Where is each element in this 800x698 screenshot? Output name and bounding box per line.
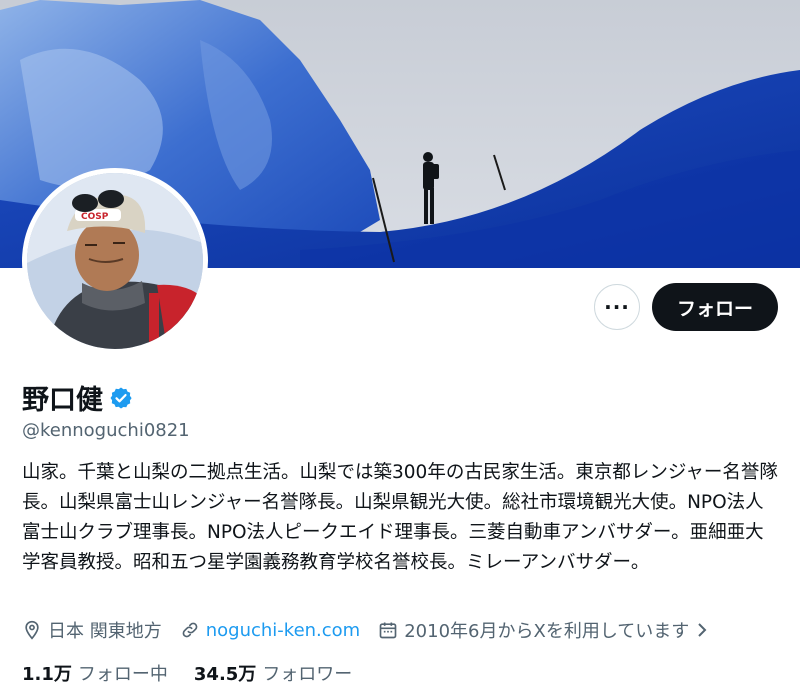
followers-stat[interactable]: 34.5万 フォロワー — [194, 660, 352, 686]
follow-stats: 1.1万 フォロー中 34.5万 フォロワー — [22, 660, 378, 686]
following-count: 1.1万 — [22, 664, 72, 685]
website-item[interactable]: noguchi-ken.com — [180, 620, 361, 641]
followers-label: フォロワー — [262, 664, 353, 685]
joined-text: 2010年6月からXを利用しています — [404, 621, 690, 642]
name-row: 野口健 — [22, 378, 133, 417]
joined-item[interactable]: 2010年6月からXを利用しています — [378, 617, 715, 643]
location-item: 日本 関東地方 — [22, 617, 162, 643]
more-options-button[interactable]: ··· — [594, 284, 640, 330]
location-text: 日本 関東地方 — [48, 621, 162, 642]
svg-text:COSP: COSP — [81, 212, 109, 222]
profile-meta: 日本 関東地方 noguchi-ken.com 2010年6月からXを利用してい… — [22, 617, 733, 643]
followers-count: 34.5万 — [193, 664, 257, 685]
following-label: フォロー中 — [77, 664, 168, 685]
display-name: 野口健 — [22, 385, 103, 416]
avatar[interactable]: COSP — [22, 168, 208, 354]
website-link[interactable]: noguchi-ken.com — [206, 620, 361, 641]
following-stat[interactable]: 1.1万 フォロー中 — [22, 660, 168, 686]
calendar-icon — [379, 622, 397, 639]
follow-button[interactable]: フォロー — [652, 283, 778, 331]
link-icon — [182, 622, 198, 638]
bio-text: 山家。千葉と山梨の二拠点生活。山梨では築300年の古民家生活。東京都レンジャー名… — [22, 462, 778, 573]
location-pin-icon — [25, 620, 39, 640]
chevron-right-icon — [698, 623, 707, 637]
avatar-image: COSP — [27, 173, 203, 349]
user-handle: @kennoguchi0821 — [22, 420, 190, 441]
verified-badge-icon[interactable] — [109, 386, 133, 410]
